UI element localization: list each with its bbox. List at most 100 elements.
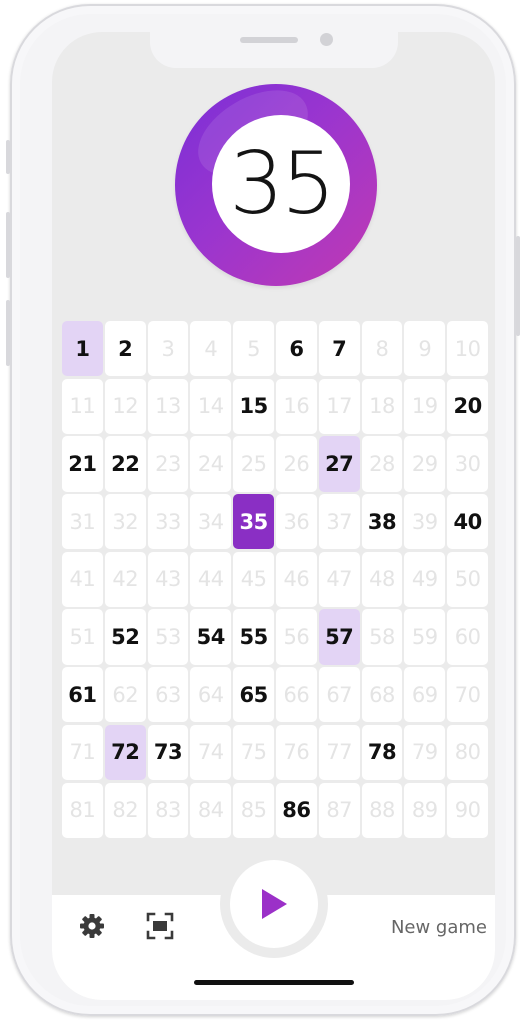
board-cell-76[interactable]: 76 [275,724,317,780]
board-cell-18[interactable]: 18 [361,378,403,434]
board-cell-38[interactable]: 38 [361,494,403,550]
app-screen: 35 1 2 3 4 5 6 7 8 9 10 11 12 13 14 15 16 17 18 19 20 21 22 23… [52,32,495,1000]
board-cell-61[interactable]: 61 [62,667,103,723]
board-cell-49[interactable]: 49 [404,551,446,607]
board-cell-75[interactable]: 75 [233,724,274,780]
board-cell-2[interactable]: 2 [104,321,146,377]
board-cell-88[interactable]: 88 [361,782,403,838]
board-cell-10[interactable]: 10 [447,321,488,377]
board-cell-14[interactable]: 14 [190,378,232,434]
board-cell-58[interactable]: 58 [361,609,403,665]
board-cell-20[interactable]: 20 [447,378,488,434]
board-cell-24[interactable]: 24 [190,436,232,492]
board-cell-23[interactable]: 23 [147,436,189,492]
board-cell-48[interactable]: 48 [361,551,403,607]
volume-down-button [6,300,10,366]
board-cell-22[interactable]: 22 [104,436,146,492]
board-cell-4[interactable]: 4 [190,321,232,377]
board-cell-65[interactable]: 65 [233,667,274,723]
board-cell-81[interactable]: 81 [62,782,103,838]
board-cell-29[interactable]: 29 [404,436,446,492]
board-cell-17[interactable]: 17 [318,378,360,434]
board-cell-28[interactable]: 28 [361,436,403,492]
board-cell-26[interactable]: 26 [275,436,317,492]
board-cell-15[interactable]: 15 [233,378,274,434]
board-cell-31[interactable]: 31 [62,494,103,550]
board-cell-86[interactable]: 86 [275,782,317,838]
board-cell-53[interactable]: 53 [147,609,189,665]
board-cell-87[interactable]: 87 [318,782,360,838]
board-cell-54[interactable]: 54 [190,609,232,665]
board-cell-36[interactable]: 36 [275,494,317,550]
board-cell-70[interactable]: 70 [447,667,488,723]
board-cell-62[interactable]: 62 [104,667,146,723]
board-cell-34[interactable]: 34 [190,494,232,550]
board-cell-39[interactable]: 39 [404,494,446,550]
board-cell-80[interactable]: 80 [447,724,488,780]
new-game-button[interactable]: New game [362,912,487,942]
board-cell-68[interactable]: 68 [361,667,403,723]
play-button[interactable] [230,860,318,948]
number-board: 1 2 3 4 5 6 7 8 9 10 11 12 13 14 15 16 17 18 19 20 21 22 23 24 2… [62,321,488,838]
board-cell-85[interactable]: 85 [233,782,274,838]
board-cell-66[interactable]: 66 [275,667,317,723]
board-cell-5[interactable]: 5 [233,321,274,377]
board-cell-82[interactable]: 82 [104,782,146,838]
board-cell-3[interactable]: 3 [147,321,189,377]
board-cell-41[interactable]: 41 [62,551,103,607]
board-cell-43[interactable]: 43 [147,551,189,607]
board-cell-67[interactable]: 67 [318,667,360,723]
board-cell-6[interactable]: 6 [275,321,317,377]
board-cell-44[interactable]: 44 [190,551,232,607]
board-cell-16[interactable]: 16 [275,378,317,434]
board-cell-46[interactable]: 46 [275,551,317,607]
board-cell-42[interactable]: 42 [104,551,146,607]
settings-button[interactable] [76,910,108,942]
board-cell-19[interactable]: 19 [404,378,446,434]
board-cell-69[interactable]: 69 [404,667,446,723]
board-cell-73[interactable]: 73 [147,724,189,780]
board-cell-7[interactable]: 7 [318,321,360,377]
board-cell-78[interactable]: 78 [361,724,403,780]
board-cell-90[interactable]: 90 [447,782,488,838]
board-cell-8[interactable]: 8 [361,321,403,377]
board-cell-33[interactable]: 33 [147,494,189,550]
board-cell-40[interactable]: 40 [447,494,488,550]
board-cell-45[interactable]: 45 [233,551,274,607]
board-cell-37[interactable]: 37 [318,494,360,550]
board-cell-56[interactable]: 56 [275,609,317,665]
board-cell-12[interactable]: 12 [104,378,146,434]
board-cell-77[interactable]: 77 [318,724,360,780]
board-cell-83[interactable]: 83 [147,782,189,838]
board-cell-21[interactable]: 21 [62,436,103,492]
board-cell-60[interactable]: 60 [447,609,488,665]
board-cell-51[interactable]: 51 [62,609,103,665]
front-camera [320,33,333,46]
board-cell-71[interactable]: 71 [62,724,103,780]
board-cell-25[interactable]: 25 [233,436,274,492]
board-cell-9[interactable]: 9 [404,321,446,377]
board-cell-57[interactable]: 57 [318,609,360,665]
scan-button[interactable] [144,910,176,942]
board-cell-89[interactable]: 89 [404,782,446,838]
board-cell-35[interactable]: 35 [233,494,274,550]
board-cell-1[interactable]: 1 [62,321,103,377]
board-cell-50[interactable]: 50 [447,551,488,607]
board-cell-55[interactable]: 55 [233,609,274,665]
board-cell-64[interactable]: 64 [190,667,232,723]
board-cell-79[interactable]: 79 [404,724,446,780]
board-cell-84[interactable]: 84 [190,782,232,838]
board-cell-72[interactable]: 72 [104,724,146,780]
board-cell-13[interactable]: 13 [147,378,189,434]
board-cell-27[interactable]: 27 [318,436,360,492]
board-cell-52[interactable]: 52 [104,609,146,665]
board-cell-63[interactable]: 63 [147,667,189,723]
mute-switch [6,140,10,174]
board-cell-32[interactable]: 32 [104,494,146,550]
board-cell-74[interactable]: 74 [190,724,232,780]
scan-icon [146,912,174,940]
board-cell-11[interactable]: 11 [62,378,103,434]
board-cell-59[interactable]: 59 [404,609,446,665]
board-cell-30[interactable]: 30 [447,436,488,492]
board-cell-47[interactable]: 47 [318,551,360,607]
